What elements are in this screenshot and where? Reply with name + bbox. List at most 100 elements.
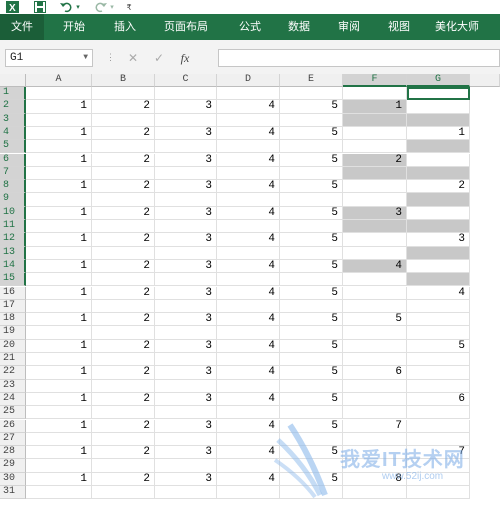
tab-formulas[interactable]: 公式 <box>226 14 274 40</box>
cell-b22[interactable]: 2 <box>92 366 155 380</box>
cell-e31[interactable] <box>280 486 343 500</box>
row-header[interactable]: 17 <box>0 299 26 314</box>
row-header[interactable]: 8 <box>0 180 26 194</box>
select-all-corner[interactable] <box>0 74 26 87</box>
cell-e4[interactable]: 5 <box>280 126 343 141</box>
cell-a19[interactable] <box>26 326 92 340</box>
cell-d9[interactable] <box>217 193 280 207</box>
cell-e26[interactable]: 5 <box>280 419 343 433</box>
cell-e5[interactable] <box>280 140 343 154</box>
cell-f25[interactable] <box>343 406 407 420</box>
cell-g13[interactable] <box>407 246 470 260</box>
cell-d10[interactable]: 4 <box>217 206 280 220</box>
cell-e9[interactable] <box>280 193 343 207</box>
tab-page-layout[interactable]: 页面布局 <box>146 14 226 40</box>
cell-g15[interactable] <box>407 273 470 287</box>
cell-d1[interactable] <box>217 87 280 101</box>
row-header[interactable]: 11 <box>0 220 26 234</box>
row-header[interactable]: 4 <box>0 126 26 141</box>
cell-c25[interactable] <box>155 406 217 420</box>
cell-e3[interactable] <box>280 113 343 127</box>
cell-b21[interactable] <box>92 353 155 367</box>
cell-f10[interactable]: 3 <box>343 206 407 220</box>
row-header[interactable]: 31 <box>0 486 26 500</box>
cell-g25[interactable] <box>407 406 470 420</box>
cell-d17[interactable] <box>217 299 280 314</box>
cell-f11[interactable] <box>343 220 407 234</box>
cell-g8[interactable]: 2 <box>407 180 470 194</box>
cell-g21[interactable] <box>407 353 470 367</box>
cell-a10[interactable]: 1 <box>26 206 92 220</box>
cell-e21[interactable] <box>280 353 343 367</box>
cell-b29[interactable] <box>92 459 155 473</box>
cell-d27[interactable] <box>217 432 280 447</box>
cell-f17[interactable] <box>343 299 407 314</box>
cell-c15[interactable] <box>155 273 217 287</box>
row-header[interactable]: 16 <box>0 286 26 300</box>
cell-g1[interactable] <box>407 87 470 101</box>
cell-c26[interactable]: 3 <box>155 419 217 433</box>
cell-d3[interactable] <box>217 113 280 127</box>
cell-d28[interactable]: 4 <box>217 446 280 460</box>
cell-e22[interactable]: 5 <box>280 366 343 380</box>
cell-b3[interactable] <box>92 113 155 127</box>
cell-d20[interactable]: 4 <box>217 339 280 353</box>
cell-a15[interactable] <box>26 273 92 287</box>
cell-d15[interactable] <box>217 273 280 287</box>
cell-a1[interactable] <box>26 87 92 101</box>
row-header[interactable]: 14 <box>0 259 26 274</box>
cell-b8[interactable]: 2 <box>92 180 155 194</box>
cell-a29[interactable] <box>26 459 92 473</box>
cell-c16[interactable]: 3 <box>155 286 217 300</box>
row-header[interactable]: 9 <box>0 193 26 207</box>
cell-c27[interactable] <box>155 432 217 447</box>
cell-d19[interactable] <box>217 326 280 340</box>
cell-f27[interactable] <box>343 432 407 447</box>
cell-g14[interactable] <box>407 259 470 274</box>
cell-f24[interactable] <box>343 392 407 407</box>
cell-a16[interactable]: 1 <box>26 286 92 300</box>
cell-b15[interactable] <box>92 273 155 287</box>
cell-a8[interactable]: 1 <box>26 180 92 194</box>
cell-a17[interactable] <box>26 299 92 314</box>
row-header[interactable]: 15 <box>0 273 26 287</box>
cell-g4[interactable]: 1 <box>407 126 470 141</box>
row-header[interactable]: 3 <box>0 113 26 127</box>
cell-f19[interactable] <box>343 326 407 340</box>
cell-f9[interactable] <box>343 193 407 207</box>
cell-b31[interactable] <box>92 486 155 500</box>
cell-f8[interactable] <box>343 180 407 194</box>
customize-quick-access-icon[interactable]: ₹ <box>124 0 134 14</box>
insert-function-icon[interactable]: fx <box>172 51 198 66</box>
cell-d23[interactable] <box>217 379 280 393</box>
tab-review[interactable]: 审阅 <box>324 14 374 40</box>
cell-e19[interactable] <box>280 326 343 340</box>
cell-a5[interactable] <box>26 140 92 154</box>
row-header[interactable]: 10 <box>0 206 26 220</box>
cell-c1[interactable] <box>155 87 217 101</box>
cell-c10[interactable]: 3 <box>155 206 217 220</box>
cell-c2[interactable]: 3 <box>155 100 217 114</box>
cell-f12[interactable] <box>343 233 407 247</box>
cell-d2[interactable]: 4 <box>217 100 280 114</box>
cell-b30[interactable]: 2 <box>92 472 155 486</box>
cell-g27[interactable] <box>407 432 470 447</box>
cell-g31[interactable] <box>407 486 470 500</box>
cell-a28[interactable]: 1 <box>26 446 92 460</box>
cell-f1[interactable] <box>343 87 407 101</box>
cell-e28[interactable]: 5 <box>280 446 343 460</box>
cell-f3[interactable] <box>343 113 407 127</box>
cell-e13[interactable] <box>280 246 343 260</box>
cell-a25[interactable] <box>26 406 92 420</box>
save-icon[interactable] <box>32 0 48 14</box>
cell-f7[interactable] <box>343 166 407 181</box>
cell-e15[interactable] <box>280 273 343 287</box>
cell-f14[interactable]: 4 <box>343 259 407 274</box>
cell-c8[interactable]: 3 <box>155 180 217 194</box>
cell-a21[interactable] <box>26 353 92 367</box>
cell-c31[interactable] <box>155 486 217 500</box>
row-header[interactable]: 24 <box>0 392 26 407</box>
cell-d6[interactable]: 4 <box>217 153 280 167</box>
cell-g20[interactable]: 5 <box>407 339 470 353</box>
cell-b25[interactable] <box>92 406 155 420</box>
